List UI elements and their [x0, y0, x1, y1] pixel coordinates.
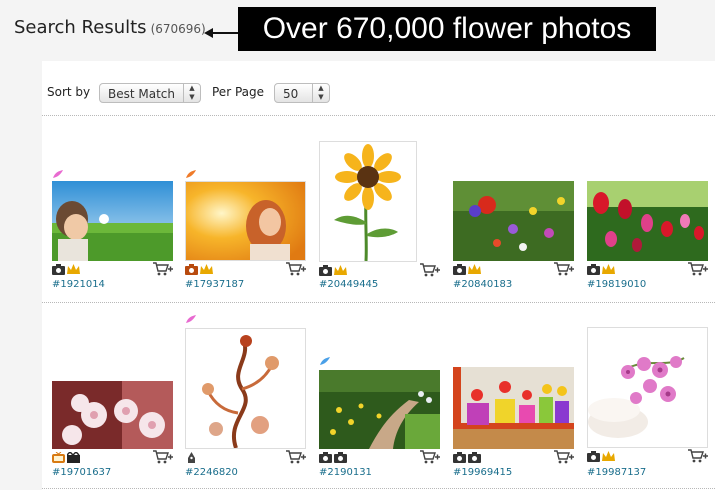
callout-banner: Over 670,000 flower photos: [238, 7, 656, 51]
pen-tool-icon: [188, 452, 195, 463]
camera-icon: [468, 452, 481, 463]
premium-crown-icon: [334, 265, 347, 275]
results-panel: Sort by Best Match ▲ ▼ Per Page 50 ▲ ▼ #…: [42, 61, 715, 490]
blue-flower-icon: [320, 357, 330, 365]
add-to-cart-icon[interactable]: [286, 450, 306, 464]
result-card[interactable]: #19969415: [453, 367, 577, 481]
premium-crown-icon: [67, 264, 80, 274]
camera-icon: [334, 452, 347, 463]
photo-id-link[interactable]: #19819010: [587, 279, 646, 290]
add-to-cart-icon[interactable]: [420, 263, 440, 277]
add-to-cart-icon[interactable]: [420, 450, 440, 464]
select-stepper-icon: ▲ ▼: [183, 84, 200, 102]
photo-id-link[interactable]: #2190131: [319, 467, 372, 478]
camera-icon: [587, 451, 600, 462]
search-results-title: Search Results: [14, 17, 147, 38]
premium-crown-icon: [468, 264, 481, 274]
result-card[interactable]: #2190131: [319, 356, 443, 481]
per-page-label: Per Page: [212, 85, 264, 99]
result-card[interactable]: #2246820: [185, 314, 309, 481]
result-card[interactable]: #17937187: [185, 169, 309, 294]
divider: [42, 115, 715, 116]
photo-thumbnail[interactable]: [453, 181, 574, 261]
add-to-cart-icon[interactable]: [554, 450, 574, 464]
arrow-left-icon: [204, 28, 239, 38]
sort-select-value: Best Match: [108, 87, 176, 101]
result-card[interactable]: #19987137: [587, 327, 711, 481]
photo-id-link[interactable]: #19987137: [587, 467, 646, 478]
result-card[interactable]: #19819010: [587, 169, 711, 294]
photo-thumbnail[interactable]: [319, 141, 417, 262]
photo-id-link[interactable]: #1921014: [52, 279, 105, 290]
camera-icon: [319, 265, 332, 276]
add-to-cart-icon[interactable]: [286, 262, 306, 276]
photo-id-link[interactable]: #17937187: [185, 279, 244, 290]
pink-flower-icon: [186, 315, 196, 323]
photo-id-link[interactable]: #20449445: [319, 279, 378, 290]
per-page-select-value: 50: [283, 87, 299, 101]
photo-id-link[interactable]: #20840183: [453, 279, 512, 290]
sort-select[interactable]: Best Match ▲ ▼: [99, 83, 201, 103]
photo-id-link[interactable]: #19969415: [453, 467, 512, 478]
photo-id-link[interactable]: #19701637: [52, 467, 111, 478]
camera-icon: [319, 452, 332, 463]
photo-thumbnail[interactable]: [185, 328, 306, 449]
add-to-cart-icon[interactable]: [153, 262, 173, 276]
per-page-select[interactable]: 50 ▲ ▼: [274, 83, 330, 103]
add-to-cart-icon[interactable]: [688, 262, 708, 276]
photo-thumbnail[interactable]: [52, 181, 173, 261]
camera-icon: [587, 264, 600, 275]
premium-crown-icon: [602, 451, 615, 461]
photo-thumbnail[interactable]: [52, 381, 173, 449]
camera-icon: [453, 264, 466, 275]
camera-icon: [52, 264, 65, 275]
photo-thumbnail[interactable]: [185, 181, 306, 261]
photo-thumbnail[interactable]: [453, 367, 574, 449]
premium-crown-icon: [602, 264, 615, 274]
result-card[interactable]: #1921014: [52, 169, 176, 294]
camera-icon: [185, 264, 198, 275]
result-card[interactable]: #19701637: [52, 381, 176, 481]
results-count: (670696): [150, 22, 206, 36]
photo-thumbnail[interactable]: [587, 181, 708, 261]
pink-flower-icon: [53, 170, 63, 178]
select-stepper-icon: ▲ ▼: [312, 84, 329, 102]
premium-crown-icon: [200, 264, 213, 274]
tv-icon: [52, 452, 65, 463]
page-title: Search Results (670696): [14, 17, 206, 38]
camera-icon: [453, 452, 466, 463]
photo-thumbnail[interactable]: [319, 370, 440, 449]
divider: [42, 302, 715, 303]
add-to-cart-icon[interactable]: [153, 450, 173, 464]
divider: [42, 488, 715, 489]
sort-by-label: Sort by: [47, 85, 91, 99]
film-icon: [67, 452, 80, 463]
result-card[interactable]: #20449445: [319, 141, 443, 294]
add-to-cart-icon[interactable]: [554, 262, 574, 276]
photo-id-link[interactable]: #2246820: [185, 467, 238, 478]
result-card[interactable]: #20840183: [453, 169, 577, 294]
photo-thumbnail[interactable]: [587, 327, 708, 448]
orange-flower-icon: [186, 170, 196, 178]
add-to-cart-icon[interactable]: [688, 449, 708, 463]
